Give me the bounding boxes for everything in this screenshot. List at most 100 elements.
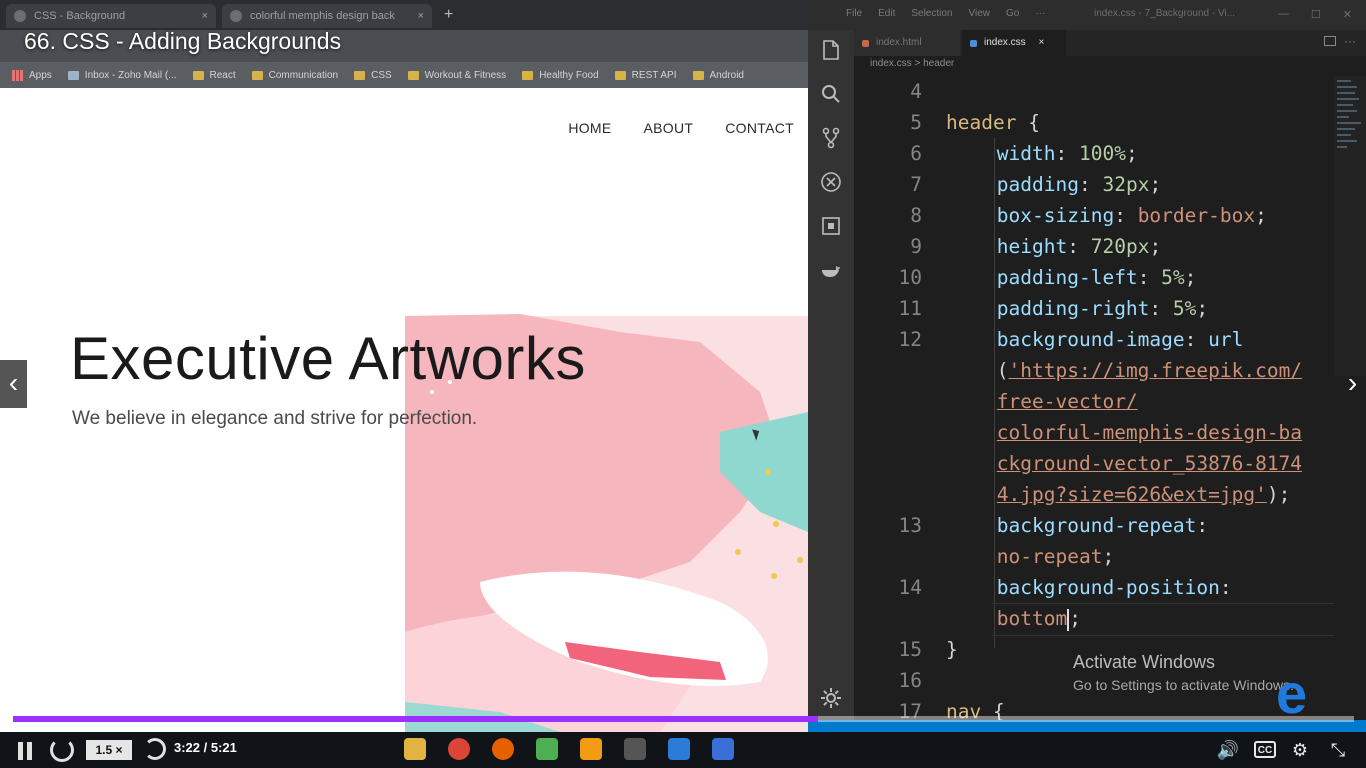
code-token: padding	[996, 173, 1079, 196]
bookmark-item[interactable]: Communication	[251, 70, 338, 81]
code-text: padding-left: 5%;	[997, 262, 1197, 293]
line-number: 14	[898, 576, 922, 599]
debug-icon[interactable]	[819, 170, 843, 194]
source-control-icon[interactable]	[819, 126, 843, 150]
nav-link-about[interactable]: ABOUT	[644, 120, 694, 136]
playback-speed-button[interactable]: 1.5 ×	[86, 740, 132, 760]
nav-link-contact[interactable]: CONTACT	[725, 120, 794, 136]
browser-tab-2[interactable]: colorful memphis design back ×	[222, 4, 432, 28]
bookmark-item[interactable]: REST API	[614, 69, 677, 81]
close-window-icon[interactable]: ✕	[1343, 8, 1352, 21]
minimap[interactable]	[1334, 76, 1366, 376]
search-icon[interactable]	[819, 82, 843, 106]
editor-menu-item[interactable]: Edit	[878, 8, 895, 19]
code-token: padding-right	[996, 297, 1150, 320]
bookmark-item[interactable]: Workout & Fitness	[407, 70, 506, 81]
code-text: ('https://img.freepik.com/	[997, 355, 1302, 386]
line-number: 7	[910, 173, 922, 196]
code-text: bottom;	[997, 603, 1081, 634]
rewind-icon[interactable]	[50, 738, 74, 762]
bookmark-item[interactable]: CSS	[354, 70, 392, 81]
editor-menu-item[interactable]: ···	[1035, 8, 1045, 19]
line-number: 11	[898, 297, 922, 320]
close-tab-icon[interactable]: ×	[202, 4, 208, 28]
editor-menu: File Edit Selection View Go ···	[846, 8, 1045, 19]
bookmark-label: Inbox - Zoho Mail (...	[84, 69, 177, 81]
close-tab-icon[interactable]: ×	[418, 4, 424, 28]
bookmark-item[interactable]: React	[192, 69, 236, 81]
split-editor-icon[interactable]	[1324, 36, 1336, 46]
code-text: colorful-memphis-design-ba	[997, 417, 1302, 448]
new-tab-icon[interactable]: +	[444, 6, 453, 24]
line-number: 15	[898, 638, 922, 661]
code-area[interactable]: 4 5 header {6 width: 100%; 7 padding: 32px; 8 b…	[854, 76, 1334, 720]
settings-gear-icon[interactable]	[819, 686, 843, 710]
code-token: header	[946, 111, 1017, 134]
zoho-mail-icon	[67, 70, 79, 80]
editor-tab-label: index.css	[984, 37, 1026, 48]
bookmark-item[interactable]: Healthy Food	[522, 69, 599, 81]
browser-window: CSS - Background × colorful memphis desi…	[0, 0, 808, 768]
editor-menu-item[interactable]: File	[846, 8, 862, 19]
line-number: 4	[910, 80, 922, 103]
line-number: 16	[898, 669, 922, 692]
bookmark-label: REST API	[631, 69, 677, 81]
code-token: free-vector/	[996, 390, 1138, 413]
next-lecture-button[interactable]: ›	[1339, 360, 1366, 408]
bookmark-label: Apps	[29, 69, 52, 81]
volume-icon[interactable]: 🔊	[1216, 738, 1240, 762]
player-controls: 1.5 × 3:22 / 5:21 🔊 CC ⚙ ⤡	[0, 732, 1366, 768]
browser-tab-1[interactable]: CSS - Background ×	[6, 4, 216, 28]
code-token: background-image	[996, 328, 1185, 351]
code-token: height	[996, 235, 1068, 258]
progress-bar[interactable]	[13, 716, 1354, 722]
code-text: background-repeat:	[997, 510, 1208, 541]
editor-tab-index-html[interactable]: index.html	[854, 30, 960, 56]
line-number: 9	[910, 235, 922, 258]
fullscreen-icon[interactable]: ⤡	[1326, 738, 1350, 762]
maximize-icon[interactable]: ☐	[1311, 8, 1321, 21]
code-token: url	[1208, 328, 1244, 351]
pause-icon[interactable]	[16, 742, 34, 760]
code-text: background-image: url	[997, 324, 1244, 355]
bookmark-item[interactable]: Inbox - Zoho Mail (...	[67, 69, 177, 81]
code-token: width	[996, 142, 1056, 165]
apps-grid-icon	[12, 69, 23, 81]
more-actions-icon[interactable]: ···	[1344, 34, 1356, 48]
code-token: colorful-memphis-design-ba	[996, 421, 1303, 444]
code-token: 100%	[1078, 142, 1126, 165]
editor-menu-item[interactable]: View	[969, 8, 991, 19]
nav-link-home[interactable]: HOME	[568, 120, 611, 136]
close-editor-tab-icon[interactable]: ×	[1038, 37, 1044, 48]
code-token: :	[1078, 173, 1103, 196]
code-text: box-sizing: border-box;	[997, 200, 1267, 231]
memphis-background-art	[405, 314, 808, 768]
explorer-icon[interactable]	[819, 38, 843, 62]
docker-icon[interactable]	[819, 258, 843, 282]
bookmark-label: React	[209, 69, 236, 81]
settings-gear-icon[interactable]: ⚙	[1288, 738, 1312, 762]
bookmark-label: Healthy Food	[539, 69, 599, 81]
chrome-icon	[448, 738, 470, 760]
code-token: ;	[1184, 266, 1197, 289]
forward-icon[interactable]	[144, 738, 166, 760]
extensions-icon[interactable]	[819, 214, 843, 238]
editor-menu-item[interactable]: Selection	[911, 8, 952, 19]
video-frame[interactable]: CSS - Background × colorful memphis desi…	[0, 0, 1366, 768]
previous-lecture-button[interactable]: ‹	[0, 360, 27, 408]
bookmark-item[interactable]: Android	[692, 70, 744, 81]
code-token: ;	[1255, 204, 1267, 227]
folder-icon	[192, 70, 204, 80]
code-token: ;	[1102, 545, 1115, 568]
line-number: 13	[898, 514, 922, 537]
code-token: background-repeat	[996, 514, 1197, 537]
editor-tab-index-css[interactable]: index.css ×	[962, 30, 1066, 56]
bookmark-item[interactable]: Apps	[12, 69, 52, 81]
minimize-icon[interactable]: —	[1278, 8, 1289, 21]
code-text: background-position:	[997, 572, 1232, 603]
editor-menu-item[interactable]: Go	[1006, 8, 1019, 19]
captions-button[interactable]: CC	[1254, 741, 1276, 758]
watermark-subtitle: Go to Settings to activate Windows.	[1073, 677, 1294, 693]
code-token: background-position	[996, 576, 1220, 599]
breadcrumb[interactable]: index.css > header	[870, 58, 954, 69]
